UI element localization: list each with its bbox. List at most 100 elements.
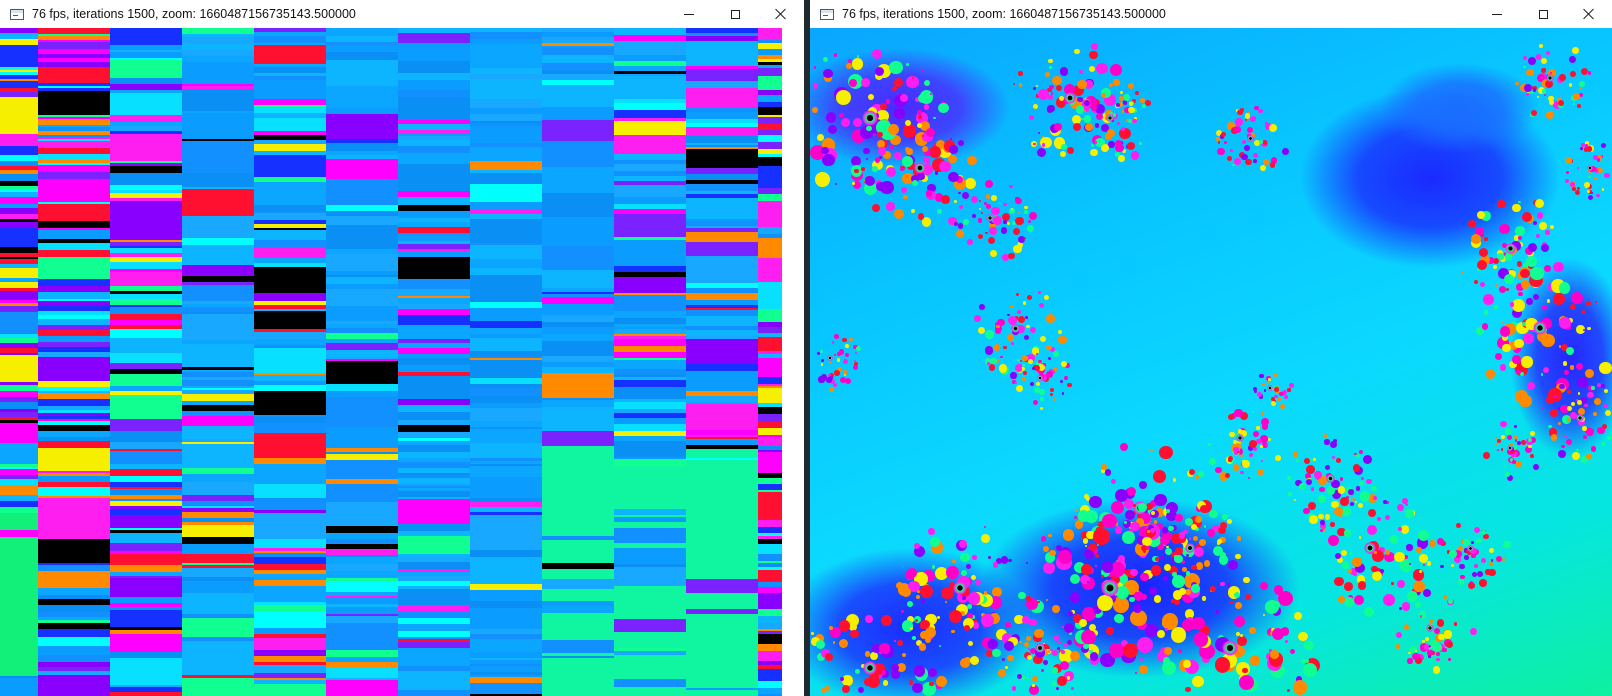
- fractal-filament: [979, 304, 986, 310]
- spiral-center: [1267, 385, 1273, 391]
- close-button[interactable]: [1566, 0, 1612, 28]
- fractal-filament: [1541, 305, 1547, 311]
- title-bar[interactable]: 76 fps, iterations 1500, zoom: 166048715…: [810, 0, 1612, 28]
- fractal-filament: [1497, 199, 1506, 208]
- fractal-filament: [918, 643, 927, 651]
- fractal-filament: [1352, 571, 1357, 576]
- minimize-icon: [684, 13, 694, 15]
- fractal-filament: [1050, 387, 1055, 392]
- fractal-filament: [1116, 121, 1120, 126]
- fractal-filament: [1089, 50, 1098, 60]
- fractal-canvas-mandelbrot[interactable]: [810, 28, 1612, 696]
- fractal-filament: [1048, 549, 1056, 557]
- fractal-filament: [1442, 647, 1447, 653]
- fractal-filament: [1261, 423, 1269, 430]
- fractal-filament: [902, 194, 908, 200]
- fractal-filament: [1000, 226, 1008, 234]
- fractal-filament: [1504, 472, 1510, 477]
- fractal-filament: [1034, 628, 1044, 638]
- fractal-filament: [1193, 535, 1199, 541]
- fractal-filament: [1530, 91, 1533, 94]
- fractal-filament: [1580, 67, 1588, 76]
- fractal-filament: [1027, 359, 1033, 364]
- fractal-filament: [1068, 610, 1074, 616]
- fractal-filament: [1023, 236, 1026, 240]
- fractal-filament: [1110, 478, 1116, 484]
- fractal-filament: [1083, 643, 1089, 650]
- maximize-button[interactable]: [1520, 0, 1566, 28]
- fractal-filament: [1328, 534, 1340, 547]
- fractal-filament: [825, 112, 837, 123]
- fractal-filament: [1572, 102, 1575, 105]
- fractal-filament: [1005, 622, 1011, 628]
- fractal-filament: [1006, 221, 1010, 225]
- fractal-filament: [1528, 438, 1532, 442]
- fractal-filament: [1304, 640, 1314, 651]
- fractal-filament: [880, 146, 886, 152]
- fractal-filament: [1026, 676, 1029, 680]
- fractal-filament: [1521, 356, 1533, 368]
- fractal-filament: [1525, 297, 1533, 305]
- render-column: [182, 28, 254, 696]
- spiral-center: [1325, 473, 1335, 483]
- fractal-filament: [1259, 139, 1263, 144]
- fractal-filament: [985, 194, 991, 199]
- fractal-filament: [1521, 211, 1532, 222]
- fractal-filament: [1583, 147, 1589, 152]
- fractal-filament: [1528, 243, 1538, 253]
- fractal-filament: [1063, 623, 1074, 634]
- fractal-filament: [1188, 536, 1192, 540]
- fractal-window-right[interactable]: 76 fps, iterations 1500, zoom: 166048715…: [810, 0, 1612, 696]
- close-button[interactable]: [758, 0, 804, 28]
- fractal-filament: [1478, 579, 1487, 587]
- fractal-filament: [1016, 293, 1020, 297]
- title-bar[interactable]: 76 fps, iterations 1500, zoom: 166048715…: [0, 0, 804, 28]
- fractal-filament: [1072, 123, 1081, 132]
- fractal-filament: [1000, 556, 1009, 564]
- fractal-filament: [1048, 66, 1052, 70]
- fractal-filament: [1154, 520, 1158, 524]
- fractal-filament: [1505, 288, 1510, 292]
- fractal-filament: [872, 166, 878, 172]
- fractal-filament: [1051, 681, 1057, 686]
- fractal-filament: [1249, 627, 1256, 634]
- fractal-window-left[interactable]: 76 fps, iterations 1500, zoom: 166048715…: [0, 0, 804, 696]
- minimize-button[interactable]: [666, 0, 712, 28]
- fractal-filament: [1553, 261, 1564, 273]
- fractal-filament: [910, 627, 913, 630]
- fractal-filament: [1077, 510, 1090, 522]
- fractal-filament: [1593, 176, 1598, 181]
- fractal-filament: [1033, 86, 1037, 90]
- fractal-filament: [1584, 182, 1590, 189]
- fractal-filament: [1042, 562, 1055, 575]
- fractal-filament: [1557, 421, 1561, 425]
- fractal-filament: [1193, 546, 1204, 558]
- fractal-filament: [811, 106, 818, 113]
- fractal-filament: [987, 236, 995, 244]
- fractal-filament: [1395, 644, 1401, 649]
- fractal-filament: [1279, 391, 1284, 397]
- fractal-filament: [1414, 649, 1418, 652]
- fractal-canvas-glitched[interactable]: [0, 28, 804, 696]
- fractal-filament: [973, 315, 981, 323]
- fractal-filament: [967, 603, 973, 609]
- fractal-filament: [1247, 127, 1254, 134]
- fractal-filament: [1389, 535, 1399, 544]
- fractal-filament: [1354, 501, 1357, 504]
- spiral-center: [1185, 543, 1195, 553]
- fractal-filament: [1132, 118, 1137, 123]
- fractal-filament: [1318, 495, 1326, 503]
- fractal-filament: [1576, 399, 1582, 405]
- fractal-filament: [927, 528, 935, 535]
- fractal-filament: [1545, 50, 1550, 55]
- fractal-filament: [1208, 457, 1217, 466]
- fractal-filament: [872, 204, 881, 213]
- fractal-filament: [1525, 92, 1529, 96]
- fractal-filament: [1499, 364, 1507, 371]
- fractal-filament: [1303, 663, 1318, 678]
- fractal-filament: [1334, 506, 1343, 516]
- fractal-filament: [1032, 676, 1038, 683]
- maximize-button[interactable]: [712, 0, 758, 28]
- fractal-filament: [1400, 525, 1410, 534]
- minimize-button[interactable]: [1474, 0, 1520, 28]
